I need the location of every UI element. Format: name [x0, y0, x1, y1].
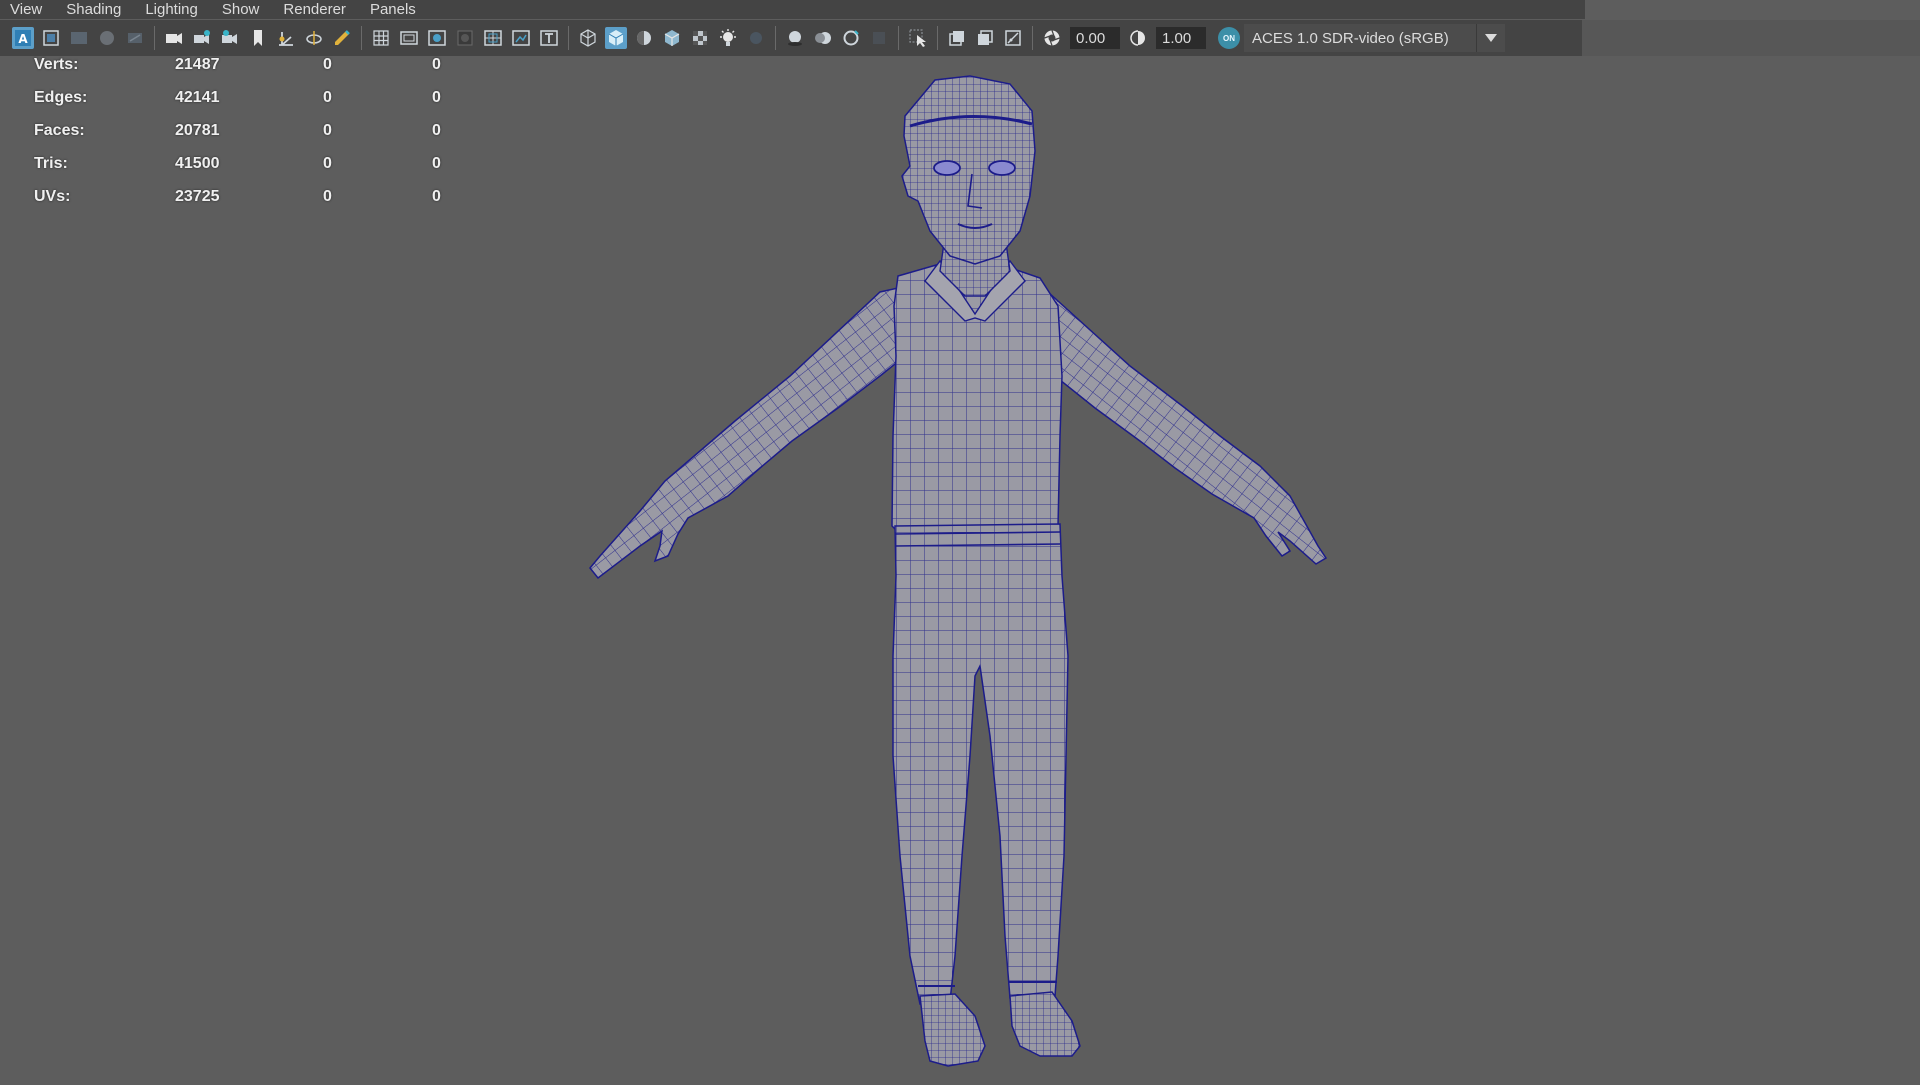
- hud-label: Faces:: [34, 122, 85, 139]
- xray-joints-icon[interactable]: [1002, 27, 1024, 49]
- hud-value: 0: [323, 155, 332, 172]
- field-chart-icon[interactable]: [303, 27, 325, 49]
- model-pants: [892, 523, 1069, 1005]
- toolbar-separator: [361, 26, 362, 50]
- hud-value: 0: [323, 188, 332, 205]
- menu-view[interactable]: View: [10, 0, 42, 19]
- hud-value: 0: [323, 56, 332, 73]
- chevron-down-icon: [1485, 34, 1497, 42]
- toolbar-separator: [568, 26, 569, 50]
- image-plane-icon[interactable]: [96, 27, 118, 49]
- panel-menubar: View Shading Lighting Show Renderer Pane…: [0, 0, 1585, 19]
- wireframe-on-shaded-icon[interactable]: [661, 27, 683, 49]
- model-right-arm: [1027, 284, 1328, 565]
- colorspace-select[interactable]: ACES 1.0 SDR-video (sRGB): [1244, 24, 1476, 52]
- hud-value: 0: [323, 122, 332, 139]
- depth-of-field-icon[interactable]: [868, 27, 890, 49]
- hud-value: 23725: [175, 188, 220, 205]
- toolbar-separator: [898, 26, 899, 50]
- camera-lock-icon[interactable]: [191, 27, 213, 49]
- model-shoes: [919, 991, 1081, 1067]
- xray-active-icon[interactable]: [974, 27, 996, 49]
- colorspace-dropdown-button[interactable]: [1476, 24, 1505, 52]
- hud-value: 41500: [175, 155, 220, 172]
- hud-label: Edges:: [34, 89, 88, 106]
- hud-row-verts: Verts: 21487 0 0: [0, 56, 460, 82]
- resolution-gate-icon[interactable]: [247, 27, 269, 49]
- model-head: [901, 75, 1036, 265]
- toolbar-separator: [1032, 26, 1033, 50]
- safe-action-icon[interactable]: [510, 27, 532, 49]
- menu-show[interactable]: Show: [222, 0, 260, 19]
- hud-row-tris: Tris: 41500 0 0: [0, 155, 460, 181]
- hud-value: 0: [432, 155, 441, 172]
- safe-title-icon[interactable]: [538, 27, 560, 49]
- resolution-gate-toggle-icon[interactable]: [426, 27, 448, 49]
- hud-value: 21487: [175, 56, 220, 73]
- gate-mask-icon[interactable]: [275, 27, 297, 49]
- xray-icon[interactable]: [946, 27, 968, 49]
- model-left-arm: [589, 287, 906, 580]
- hud-value: 0: [432, 122, 441, 139]
- hud-row-faces: Faces: 20781 0 0: [0, 122, 460, 148]
- hud-row-edges: Edges: 42141 0 0: [0, 89, 460, 115]
- 2d-pan-zoom-icon[interactable]: [124, 27, 146, 49]
- grease-pencil-icon[interactable]: [331, 27, 353, 49]
- camera-icon[interactable]: [163, 27, 185, 49]
- default-material-icon[interactable]: [633, 27, 655, 49]
- menu-panels[interactable]: Panels: [370, 0, 416, 19]
- model-torso: [891, 259, 1063, 537]
- menu-renderer[interactable]: Renderer: [283, 0, 346, 19]
- hud-value: 0: [432, 188, 441, 205]
- textured-icon[interactable]: [689, 27, 711, 49]
- exposure-icon[interactable]: [1041, 27, 1063, 49]
- isolate-select-icon[interactable]: [907, 27, 929, 49]
- panel-toolbar: A 0.00 1.00 ON ACES 1.0 SDR-video (sRGB): [0, 20, 1582, 56]
- film-gate-icon[interactable]: [219, 27, 241, 49]
- toolbar-separator: [154, 26, 155, 50]
- menu-lighting[interactable]: Lighting: [145, 0, 198, 19]
- gamma-field[interactable]: 1.00: [1156, 27, 1206, 49]
- shadows-icon[interactable]: [745, 27, 767, 49]
- anti-aliasing-icon[interactable]: [840, 27, 862, 49]
- hud-value: 0: [432, 89, 441, 106]
- exposure-field[interactable]: 0.00: [1070, 27, 1120, 49]
- hud-value: 20781: [175, 122, 220, 139]
- motion-blur-icon[interactable]: [812, 27, 834, 49]
- hud-row-uvs: UVs: 23725 0 0: [0, 188, 460, 214]
- gate-mask-toggle-icon[interactable]: [454, 27, 476, 49]
- select-camera-icon[interactable]: A: [12, 27, 34, 49]
- use-lights-icon[interactable]: [717, 27, 739, 49]
- smooth-shade-icon[interactable]: [605, 27, 627, 49]
- colorspace-toggle-button[interactable]: ON: [1218, 27, 1240, 49]
- bookmark-icon[interactable]: [68, 27, 90, 49]
- hud-label: UVs:: [34, 188, 71, 205]
- hud-label: Verts:: [34, 56, 79, 73]
- field-chart-toggle-icon[interactable]: [482, 27, 504, 49]
- menubar-empty-area: [1585, 0, 1920, 19]
- svg-text:A: A: [18, 32, 28, 46]
- hud-value: 42141: [175, 89, 220, 106]
- hud-value: 0: [323, 89, 332, 106]
- hud-label: Tris:: [34, 155, 68, 172]
- wireframe-icon[interactable]: [577, 27, 599, 49]
- toolbar-empty-area: [1582, 20, 1920, 56]
- film-gate-toggle-icon[interactable]: [398, 27, 420, 49]
- grid-icon[interactable]: [370, 27, 392, 49]
- toolbar-separator: [775, 26, 776, 50]
- hud-value: 0: [432, 56, 441, 73]
- toolbar-separator: [937, 26, 938, 50]
- colorspace-toggle-label: ON: [1223, 33, 1235, 43]
- gamma-icon[interactable]: [1127, 27, 1149, 49]
- camera-attributes-icon[interactable]: [40, 27, 62, 49]
- menu-shading[interactable]: Shading: [66, 0, 121, 19]
- screen-space-ao-icon[interactable]: [784, 27, 806, 49]
